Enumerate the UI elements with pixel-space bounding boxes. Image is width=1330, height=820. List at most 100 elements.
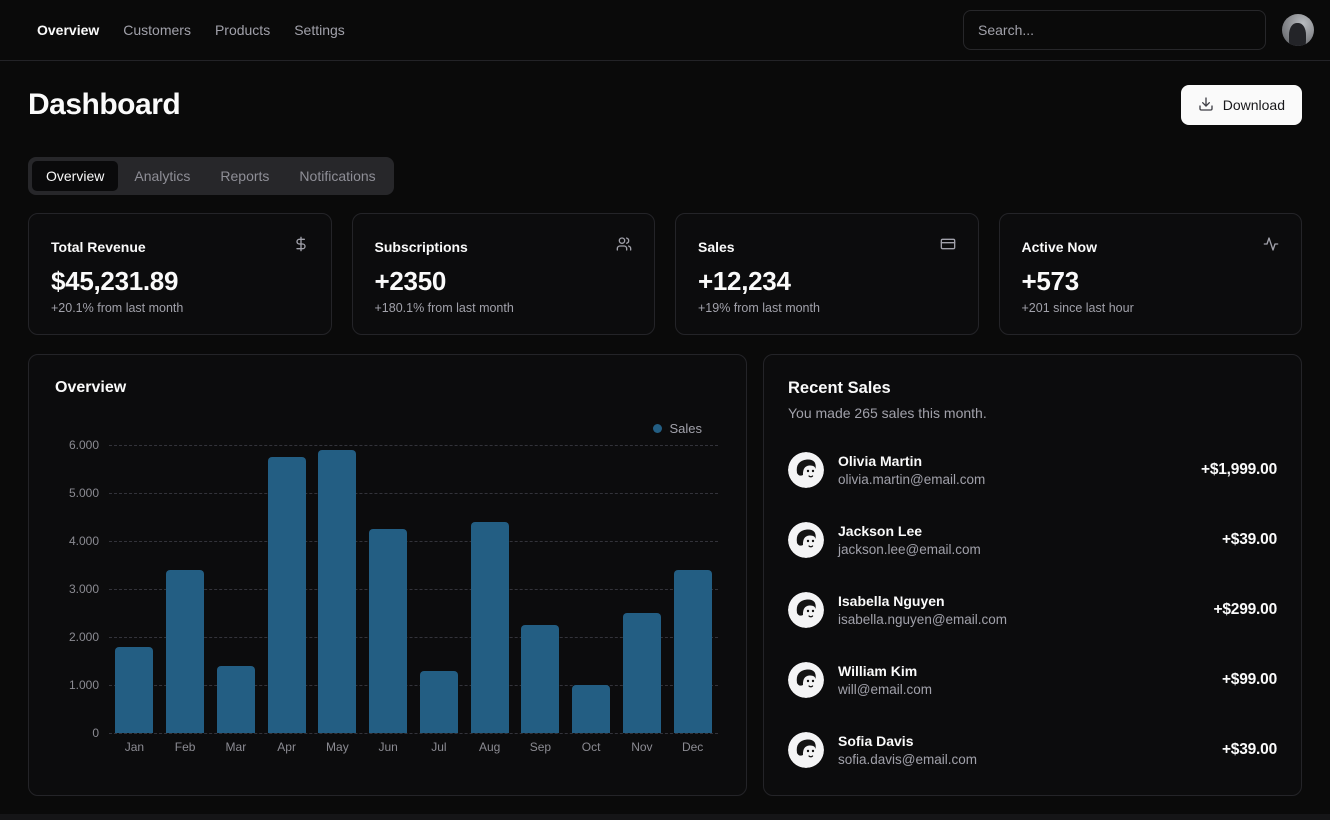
- customer-name: Sofia Davis: [838, 733, 977, 749]
- y-axis-tick: 3.000: [69, 582, 109, 596]
- dashboard-tabs: OverviewAnalyticsReportsNotifications: [28, 157, 394, 195]
- bar-slot: [109, 445, 160, 733]
- x-axis-label: Nov: [617, 740, 668, 754]
- bar-slot: [566, 445, 617, 733]
- nav-item-settings[interactable]: Settings: [294, 22, 345, 38]
- gridline: [109, 733, 718, 734]
- bar-series: [109, 445, 718, 733]
- customer-info: Isabella Nguyen isabella.nguyen@email.com: [838, 593, 1007, 627]
- bar-may[interactable]: [318, 450, 356, 733]
- bar-mar[interactable]: [217, 666, 255, 733]
- x-axis-labels: JanFebMarAprMayJunJulAugSepOctNovDec: [109, 740, 718, 754]
- customer-email: isabella.nguyen@email.com: [838, 612, 1007, 627]
- search-input[interactable]: [963, 10, 1266, 50]
- download-icon: [1198, 96, 1214, 115]
- sale-amount: +$299.00: [1214, 601, 1277, 619]
- bar-slot: [414, 445, 465, 733]
- customer-name: Olivia Martin: [838, 453, 985, 469]
- bar-apr[interactable]: [268, 457, 306, 733]
- customer-avatar: [788, 662, 824, 698]
- legend-dot-icon: [653, 424, 662, 433]
- stat-title: Sales: [698, 239, 735, 255]
- customer-name: William Kim: [838, 663, 932, 679]
- sale-amount: +$99.00: [1222, 671, 1277, 689]
- stat-cards-row: Total Revenue $45,231.89 +20.1% from last …: [28, 213, 1302, 335]
- x-axis-label: Jun: [363, 740, 414, 754]
- sale-row[interactable]: William Kimwill@email.com +$99.00: [788, 657, 1277, 703]
- stat-card-subscriptions: Subscriptions+2350+180.1% from last mont…: [352, 213, 656, 335]
- nav-item-overview[interactable]: Overview: [37, 22, 99, 38]
- bar-aug[interactable]: [471, 522, 509, 733]
- activity-icon: [1263, 236, 1279, 257]
- stat-title: Total Revenue: [51, 239, 146, 255]
- bar-jul[interactable]: [420, 671, 458, 733]
- tab-notifications[interactable]: Notifications: [285, 161, 389, 191]
- user-avatar[interactable]: [1282, 14, 1314, 46]
- x-axis-label: Jan: [109, 740, 160, 754]
- customer-avatar: [788, 452, 824, 488]
- x-axis-label: Dec: [667, 740, 718, 754]
- bar-chart-plot: 01.0002.0003.0004.0005.0006.000: [109, 445, 718, 733]
- tab-analytics[interactable]: Analytics: [120, 161, 204, 191]
- nav-item-customers[interactable]: Customers: [123, 22, 191, 38]
- stat-card-sales: Sales+12,234+19% from last month: [675, 213, 979, 335]
- bar-jan[interactable]: [115, 647, 153, 733]
- customer-info: Olivia Martin olivia.martin@email.com: [838, 453, 985, 487]
- stat-value: +2350: [375, 266, 633, 297]
- customer-email: jackson.lee@email.com: [838, 542, 981, 557]
- customer-name: Isabella Nguyen: [838, 593, 1007, 609]
- stat-change: +180.1% from last month: [375, 301, 633, 315]
- bar-nov[interactable]: [623, 613, 661, 733]
- stat-change: +20.1% from last month: [51, 301, 309, 315]
- sale-row[interactable]: Isabella Nguyen isabella.nguyen@email.com…: [788, 587, 1277, 633]
- bar-dec[interactable]: [674, 570, 712, 733]
- download-button-label: Download: [1223, 97, 1285, 113]
- bar-feb[interactable]: [166, 570, 204, 733]
- x-axis-label: Feb: [160, 740, 211, 754]
- recent-sales-card: Recent Sales You made 265 sales this mon…: [763, 354, 1302, 796]
- sale-amount: +$39.00: [1222, 531, 1277, 549]
- bar-slot: [515, 445, 566, 733]
- customer-info: Sofia Davis sofia.davis@email.com: [838, 733, 977, 767]
- bar-slot: [363, 445, 414, 733]
- x-axis-label: Mar: [211, 740, 262, 754]
- top-navigation-bar: Overview Customers Products Settings: [0, 0, 1330, 61]
- dashboard-main: Dashboard Download OverviewAnalyticsRepo…: [0, 61, 1330, 820]
- tab-overview[interactable]: Overview: [32, 161, 118, 191]
- y-axis-tick: 4.000: [69, 534, 109, 548]
- chart-legend: Sales: [53, 419, 702, 437]
- bar-slot: [160, 445, 211, 733]
- sale-amount: +$39.00: [1222, 741, 1277, 759]
- page-title: Dashboard: [28, 88, 180, 122]
- y-axis-tick: 1.000: [69, 678, 109, 692]
- sale-row[interactable]: Sofia Davis sofia.davis@email.com +$39.00: [788, 727, 1277, 773]
- bar-jun[interactable]: [369, 529, 407, 733]
- customer-email: olivia.martin@email.com: [838, 472, 985, 487]
- customer-avatar: [788, 592, 824, 628]
- bar-sep[interactable]: [521, 625, 559, 733]
- download-button[interactable]: Download: [1181, 85, 1302, 125]
- customer-avatar: [788, 732, 824, 768]
- bottom-edge: [0, 814, 1330, 820]
- x-axis-label: Jul: [414, 740, 465, 754]
- x-axis-label: Sep: [515, 740, 566, 754]
- legend-label: Sales: [669, 421, 702, 436]
- customer-info: Jackson Leejackson.lee@email.com: [838, 523, 981, 557]
- x-axis-label: May: [312, 740, 363, 754]
- stat-card-total-revenue: Total Revenue $45,231.89 +20.1% from last …: [28, 213, 332, 335]
- sale-row[interactable]: Olivia Martin olivia.martin@email.com +$1,…: [788, 447, 1277, 493]
- stat-value: $45,231.89: [51, 266, 309, 297]
- customer-email: sofia.davis@email.com: [838, 752, 977, 767]
- chart-title: Overview: [55, 379, 726, 397]
- customer-info: William Kimwill@email.com: [838, 663, 932, 697]
- y-axis-tick: 2.000: [69, 630, 109, 644]
- sale-amount: +$1,999.00: [1201, 461, 1277, 479]
- recent-sales-title: Recent Sales: [788, 379, 1277, 398]
- tab-reports[interactable]: Reports: [206, 161, 283, 191]
- sale-row[interactable]: Jackson Leejackson.lee@email.com +$39.00: [788, 517, 1277, 563]
- recent-sales-list: Olivia Martin olivia.martin@email.com +$1,…: [788, 447, 1277, 773]
- stat-value: +573: [1022, 266, 1280, 297]
- bar-oct[interactable]: [572, 685, 610, 733]
- x-axis-label: Oct: [566, 740, 617, 754]
- nav-item-products[interactable]: Products: [215, 22, 270, 38]
